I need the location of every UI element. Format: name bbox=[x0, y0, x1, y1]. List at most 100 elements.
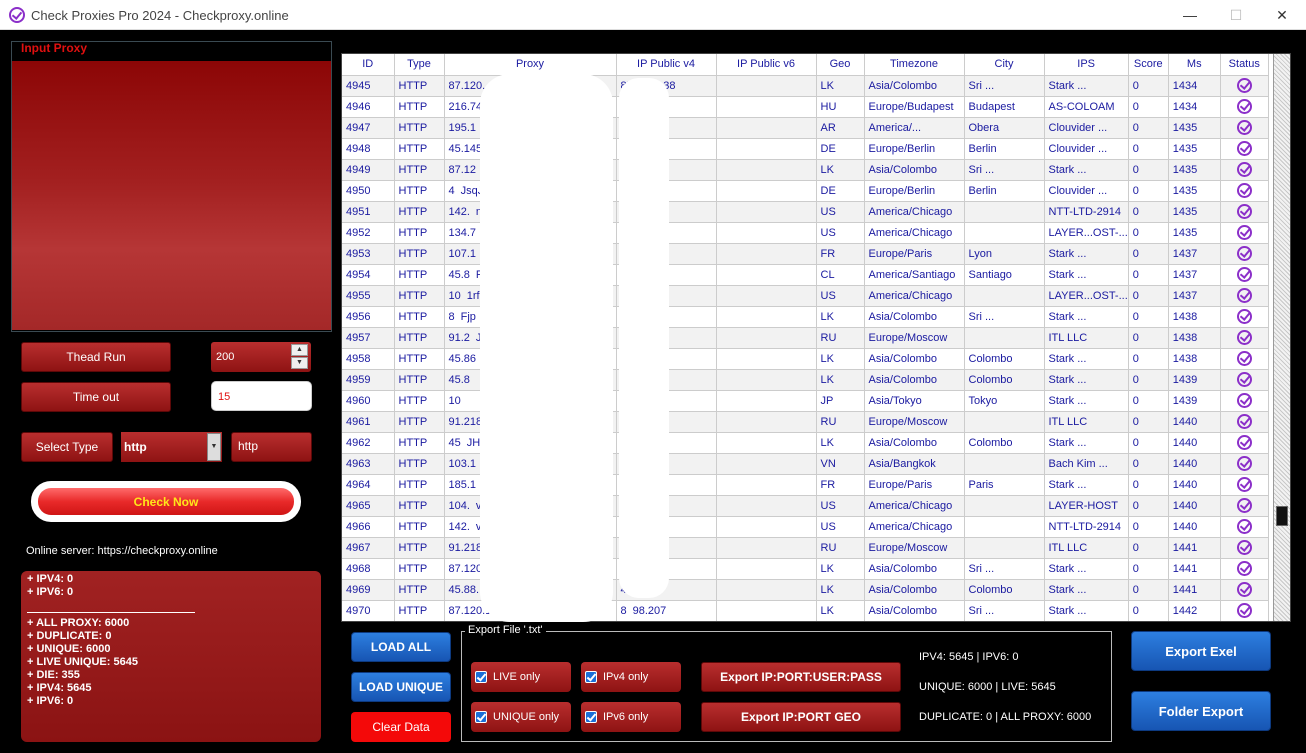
table-cell: 0 bbox=[1128, 411, 1169, 433]
table-cell: Colombo bbox=[964, 348, 1045, 370]
check-now-button[interactable]: Check Now bbox=[38, 488, 294, 515]
table-cell: 4960 bbox=[342, 390, 395, 412]
column-header[interactable]: IPS bbox=[1044, 54, 1129, 76]
table-cell bbox=[716, 411, 817, 433]
proxy-input-textarea[interactable] bbox=[12, 61, 331, 330]
table-cell: HTTP bbox=[394, 516, 445, 538]
table-cell bbox=[716, 474, 817, 496]
unique-only-checkbox[interactable]: UNIQUE only bbox=[471, 702, 571, 732]
thread-count-stepper[interactable]: 200 ▲ ▼ bbox=[211, 342, 311, 372]
table-cell: HTTP bbox=[394, 432, 445, 454]
column-header[interactable]: Score bbox=[1128, 54, 1169, 76]
table-cell-part: 91.2 bbox=[448, 331, 470, 344]
status-cell bbox=[1220, 558, 1269, 580]
table-cell: 4950 bbox=[342, 180, 395, 202]
table-cell: RU bbox=[816, 411, 865, 433]
table-cell: 0 bbox=[1128, 285, 1169, 307]
table-cell: HTTP bbox=[394, 348, 445, 370]
live-only-checkbox[interactable]: LIVE only bbox=[471, 662, 571, 692]
table-cell: Asia/Colombo bbox=[864, 432, 965, 454]
table-row[interactable]: 4970HTTP87.120.1JsqJHFjp898.207LKAsia/Co… bbox=[342, 600, 1269, 621]
table-cell bbox=[964, 537, 1045, 559]
table-cell: 0 bbox=[1128, 180, 1169, 202]
column-header[interactable]: IP Public v4 bbox=[616, 54, 717, 76]
folder-export-button[interactable]: Folder Export bbox=[1131, 691, 1271, 731]
table-cell: Asia/Bangkok bbox=[864, 453, 965, 475]
column-header[interactable]: Type bbox=[394, 54, 445, 76]
stepper-up-icon[interactable]: ▲ bbox=[291, 344, 308, 356]
proxy-type-select[interactable]: http ▼ bbox=[121, 432, 222, 462]
export-excel-button[interactable]: Export Exel bbox=[1131, 631, 1271, 671]
check-circle-icon bbox=[1236, 288, 1252, 303]
table-cell: Colombo bbox=[964, 432, 1045, 454]
scrollbar-thumb[interactable] bbox=[1276, 506, 1288, 526]
table-scrollbar[interactable] bbox=[1273, 54, 1290, 621]
select-type-button[interactable]: Select Type bbox=[21, 432, 113, 462]
window-title: Check Proxies Pro 2024 - Checkproxy.onli… bbox=[31, 8, 289, 23]
redaction-mark bbox=[619, 78, 669, 598]
load-unique-button[interactable]: LOAD UNIQUE bbox=[351, 672, 451, 702]
checkbox-checked-icon[interactable] bbox=[475, 711, 487, 723]
table-cell: Europe/Berlin bbox=[864, 138, 965, 160]
ipv6-only-checkbox[interactable]: IPv6 only bbox=[581, 702, 681, 732]
stat-line: + IPV4: 0 bbox=[27, 573, 74, 585]
column-header[interactable]: Geo bbox=[816, 54, 865, 76]
checkbox-checked-icon[interactable] bbox=[585, 711, 597, 723]
export-ip-port-user-pass-button[interactable]: Export IP:PORT:USER:PASS bbox=[701, 662, 901, 692]
column-header[interactable]: City bbox=[964, 54, 1045, 76]
status-cell bbox=[1220, 327, 1269, 349]
table-cell: HTTP bbox=[394, 243, 445, 265]
load-all-button[interactable]: LOAD ALL bbox=[351, 632, 451, 662]
table-cell-part: 107.1 bbox=[448, 247, 477, 260]
table-cell: Tokyo bbox=[964, 390, 1045, 412]
clear-data-button[interactable]: Clear Data bbox=[351, 712, 451, 742]
stat-line: + LIVE UNIQUE: 5645 bbox=[27, 656, 138, 668]
maximize-button[interactable]: ☐ bbox=[1213, 0, 1259, 30]
thread-run-button[interactable]: Thead Run bbox=[21, 342, 171, 372]
export-ip-port-geo-button[interactable]: Export IP:PORT GEO bbox=[701, 702, 901, 732]
table-cell: 1440 bbox=[1168, 516, 1221, 538]
table-cell: Asia/Colombo bbox=[864, 306, 965, 328]
table-cell: LAYER...OST-... bbox=[1044, 222, 1129, 244]
table-cell: RU bbox=[816, 537, 865, 559]
status-cell bbox=[1220, 264, 1269, 286]
table-cell: HTTP bbox=[394, 117, 445, 139]
title-bar: Check Proxies Pro 2024 - Checkproxy.onli… bbox=[0, 0, 1306, 30]
ipv4-only-checkbox[interactable]: IPv4 only bbox=[581, 662, 681, 692]
stepper-down-icon[interactable]: ▼ bbox=[291, 357, 308, 369]
table-cell bbox=[716, 558, 817, 580]
table-cell: America/Chicago bbox=[864, 222, 965, 244]
column-header[interactable]: Timezone bbox=[864, 54, 965, 76]
thread-count-value[interactable]: 200 bbox=[216, 351, 234, 363]
timeout-button[interactable]: Time out bbox=[21, 382, 171, 412]
table-cell: Clouvider ... bbox=[1044, 180, 1129, 202]
proxy-type-select-value[interactable]: http bbox=[124, 440, 147, 454]
table-cell: HTTP bbox=[394, 306, 445, 328]
column-header[interactable]: Proxy bbox=[444, 54, 617, 76]
table-cell: Stark ... bbox=[1044, 348, 1129, 370]
column-header[interactable]: ID bbox=[342, 54, 395, 76]
table-cell: HTTP bbox=[394, 558, 445, 580]
table-cell: LAYER-HOST bbox=[1044, 495, 1129, 517]
table-cell: America/... bbox=[864, 117, 965, 139]
column-header[interactable]: Ms bbox=[1168, 54, 1221, 76]
minimize-button[interactable]: — bbox=[1167, 0, 1213, 30]
table-cell: Sri ... bbox=[964, 558, 1045, 580]
timeout-input[interactable]: 15 bbox=[211, 381, 312, 411]
stat-line: + UNIQUE: 6000 bbox=[27, 643, 111, 655]
chevron-down-icon[interactable]: ▼ bbox=[207, 433, 221, 461]
table-cell: 8 98.207 bbox=[616, 600, 717, 621]
column-header[interactable]: Status bbox=[1220, 54, 1269, 76]
stat-line: + IPV6: 0 bbox=[27, 695, 74, 707]
check-circle-icon bbox=[1236, 393, 1252, 408]
table-cell: HTTP bbox=[394, 327, 445, 349]
close-button[interactable]: ✕ bbox=[1259, 0, 1305, 30]
proxy-type-field[interactable]: http bbox=[231, 432, 312, 462]
checkbox-checked-icon[interactable] bbox=[475, 671, 487, 683]
column-header[interactable]: IP Public v6 bbox=[716, 54, 817, 76]
table-cell: 4959 bbox=[342, 369, 395, 391]
unique-only-label: UNIQUE only bbox=[493, 711, 560, 723]
checkbox-checked-icon[interactable] bbox=[585, 671, 597, 683]
table-cell: Asia/Colombo bbox=[864, 348, 965, 370]
table-cell: VN bbox=[816, 453, 865, 475]
